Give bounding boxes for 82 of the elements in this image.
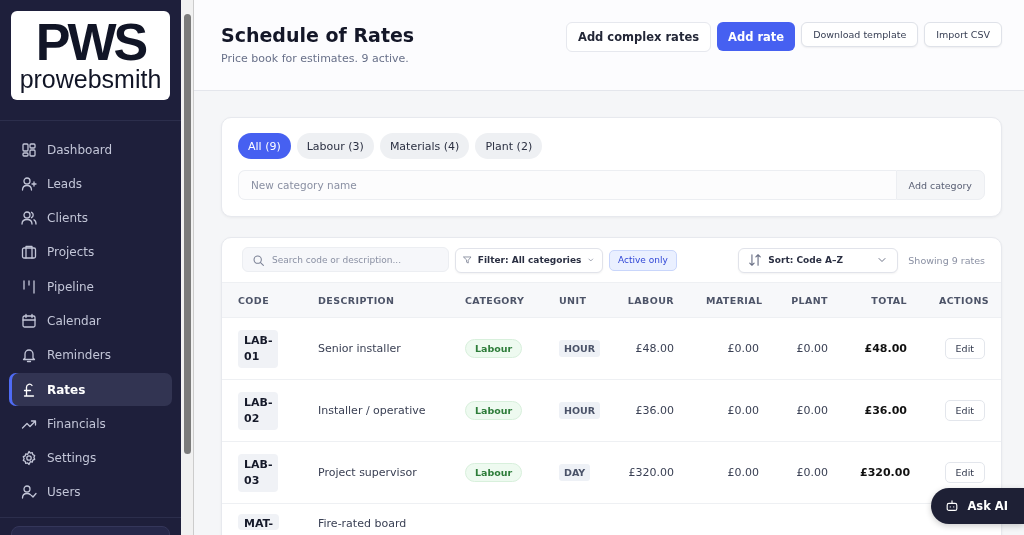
header-button[interactable]: Add complex rates: [566, 22, 712, 52]
table-cell: £320.00: [860, 466, 911, 479]
new-category-field[interactable]: New category name: [238, 170, 896, 200]
rate-code: LAB- 01: [238, 329, 279, 368]
category-tag: Labour: [465, 401, 523, 420]
table-cell: Installer / operative: [318, 404, 426, 417]
sidebar-item[interactable]: Reminders: [9, 338, 172, 372]
sidebar-item[interactable]: Calendar: [9, 304, 172, 338]
sidebar-item[interactable]: Clients: [9, 201, 172, 235]
column-header: CATEGORY: [449, 282, 543, 318]
unit-tag: HOUR: [559, 402, 601, 419]
edit-button[interactable]: Edit: [944, 462, 985, 483]
sidebar-item[interactable]: Settings: [9, 441, 172, 475]
table-cell: £0.00: [727, 404, 759, 417]
header-button[interactable]: Import CSV: [924, 22, 1002, 47]
table-cell: Fire-rated board: [318, 517, 407, 530]
table-cell: £0.00: [796, 404, 828, 417]
table-cell: £0.00: [727, 466, 759, 479]
sidebar-item[interactable]: Users: [9, 475, 172, 509]
calendar-icon: [21, 313, 37, 329]
edit-button[interactable]: Edit: [944, 400, 985, 421]
sidebar-item[interactable]: Projects: [9, 235, 172, 269]
category-tag: Labour: [465, 463, 523, 482]
user-check-icon: [21, 484, 37, 501]
sort-icon: [748, 253, 763, 267]
table-cell: Senior installer: [318, 342, 401, 355]
robot-icon: [945, 499, 960, 513]
briefcase-icon: [21, 244, 37, 261]
active-only-toggle[interactable]: Active only: [609, 249, 677, 271]
user-plus-icon: [21, 175, 37, 192]
table-cell: £48.00: [864, 342, 907, 355]
rates-count: Showing 9 rates: [908, 254, 985, 266]
column-header: CODE: [222, 282, 302, 318]
unit-tag: HOUR: [559, 340, 601, 357]
rate-code: LAB- 02: [238, 391, 279, 430]
table-cell: £48.00: [635, 342, 674, 355]
column-header: UNIT: [543, 282, 602, 318]
ask-ai-button[interactable]: Ask AI: [931, 488, 1024, 524]
table-cell: £36.00: [864, 404, 907, 417]
table-cell: £0.00: [796, 342, 828, 355]
table-cell: £320.00: [628, 466, 674, 479]
bell-icon: [21, 347, 37, 364]
category-tab[interactable]: Labour (3): [296, 133, 374, 159]
header-button[interactable]: Add rate: [717, 22, 796, 51]
rate-code: LAB- 03: [238, 453, 279, 492]
sidebar-item[interactable]: Financials: [9, 407, 172, 441]
category-tag: Labour: [465, 339, 523, 358]
column-header: PLANT: [775, 282, 844, 318]
search-field[interactable]: Search code or description...: [242, 247, 449, 272]
table-cell: £0.00: [796, 466, 828, 479]
column-header: DESCRIPTION: [302, 282, 449, 318]
logo-wordmark: prowebsmith: [19, 64, 162, 93]
table-cell: £0.00: [727, 342, 759, 355]
page-title: Schedule of Rates: [221, 23, 415, 48]
column-header: ACTIONS: [923, 282, 1001, 318]
filter-dropdown[interactable]: Filter: All categories: [455, 247, 603, 273]
column-header: TOTAL: [844, 282, 923, 318]
logo-mark: PWS: [35, 18, 146, 65]
table-cell: £36.00: [635, 404, 674, 417]
sidebar-item[interactable]: Dashboard: [9, 133, 172, 166]
add-category-button[interactable]: Add category: [895, 170, 985, 200]
columns-icon: [21, 278, 37, 295]
category-tab[interactable]: All (9): [238, 133, 291, 159]
filter-icon: [463, 253, 472, 267]
users-icon: [21, 210, 37, 227]
sidebar-item[interactable]: Leads: [9, 167, 172, 201]
dashboard-icon: [21, 141, 37, 158]
column-header: MATERIAL: [690, 282, 775, 318]
column-header: LABOUR: [602, 282, 690, 318]
sort-dropdown[interactable]: Sort: Code A–Z: [738, 247, 899, 273]
category-tab[interactable]: Materials (4): [379, 133, 470, 159]
edit-button[interactable]: Edit: [944, 338, 985, 359]
rate-code: MAT-: [238, 514, 280, 530]
page-subtitle: Price book for estimates. 9 active.: [221, 52, 410, 65]
pound-icon: [21, 381, 37, 398]
gear-icon: [21, 450, 37, 467]
header-button[interactable]: Download template: [801, 22, 919, 47]
category-tab[interactable]: Plant (2): [475, 133, 543, 159]
unit-tag: DAY: [559, 464, 591, 481]
sidebar-item[interactable]: Rates: [9, 373, 172, 407]
sidebar-item[interactable]: Pipeline: [9, 270, 172, 304]
table-cell: Project supervisor: [318, 466, 417, 479]
